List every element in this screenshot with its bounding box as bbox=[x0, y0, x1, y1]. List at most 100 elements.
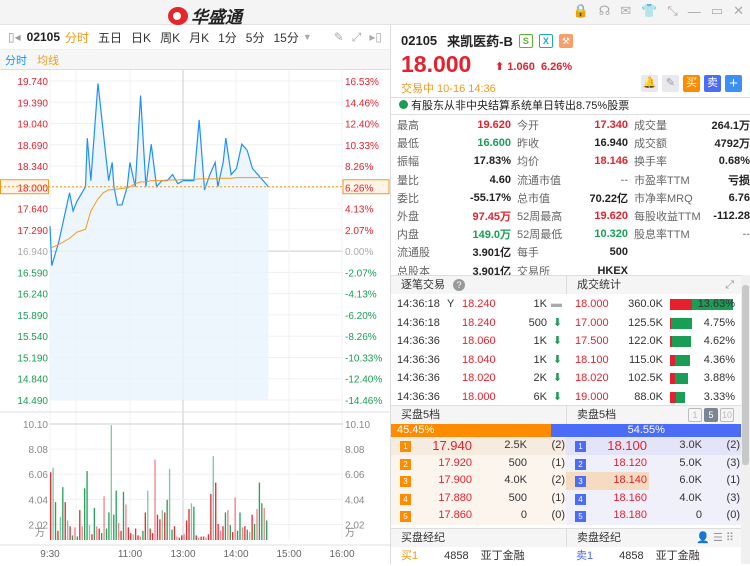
shortable-badge[interactable]: S bbox=[518, 33, 533, 48]
volstat-volume: 115.0K bbox=[628, 353, 663, 366]
collapse-right-icon[interactable]: ▸▯ bbox=[369, 30, 382, 45]
tab-monthly[interactable]: 月K bbox=[189, 29, 209, 46]
note-button[interactable]: ✎ bbox=[662, 75, 679, 92]
volume-bar bbox=[181, 535, 183, 540]
time-tick-label: 13:00 bbox=[170, 549, 195, 560]
ask-broker-row[interactable]: 卖1 4858 亚丁金融 bbox=[576, 547, 736, 566]
chevron-down-icon[interactable]: ▼ bbox=[303, 32, 312, 42]
ipo-badge[interactable]: ⚒ bbox=[558, 33, 573, 48]
stats-row: 内盘 149.0万 52周最低 10.320 股息率TTM -- bbox=[391, 225, 750, 243]
bid-level-row[interactable]: 5 17.860 0 (0) bbox=[391, 507, 567, 525]
stat-label: 换手率 bbox=[634, 156, 667, 169]
shirt-icon[interactable]: 👕 bbox=[641, 3, 657, 19]
mail-icon[interactable]: ✉ bbox=[620, 3, 631, 19]
minimize-icon[interactable]: — bbox=[688, 4, 701, 19]
volume-bar bbox=[205, 537, 207, 540]
pct-tick-label: 16.53% bbox=[345, 77, 379, 88]
bid-broker-row[interactable]: 买1 4858 亚丁金融 bbox=[401, 547, 561, 566]
tick-time: 14:36:36 bbox=[397, 372, 440, 385]
ask-level-row[interactable]: 1 18.100 3.0K (2) bbox=[566, 437, 742, 455]
tab-daily[interactable]: 日K bbox=[131, 29, 151, 46]
tick-row: 14:36:18 Y 18.240 1K ▬ bbox=[397, 295, 562, 314]
close-icon[interactable]: ✕ bbox=[733, 3, 744, 19]
expand-icon[interactable]: ⤢ bbox=[725, 276, 734, 295]
broker-view-icons[interactable]: 👤 ☰ ⠿ bbox=[696, 529, 734, 548]
volstat-volume: 125.5K bbox=[628, 316, 663, 329]
level-number: 4 bbox=[400, 493, 411, 505]
volume-bar bbox=[266, 520, 268, 540]
scrollbar-thumb[interactable] bbox=[742, 285, 749, 465]
level-qty: 4.0K bbox=[504, 474, 527, 487]
down-arrow-icon: ⬇ bbox=[552, 335, 562, 348]
stat-label: 成交额 bbox=[634, 138, 667, 151]
notice-banner[interactable]: 有股东从非中央结算系统单日转出8.75%股票 bbox=[391, 97, 750, 115]
connect-badge[interactable]: X bbox=[538, 33, 553, 48]
bid-level-row[interactable]: 1 17.940 2.5K (2) bbox=[391, 437, 567, 455]
down-arrow-icon: ⬇ bbox=[552, 316, 562, 329]
help-icon[interactable]: ? bbox=[453, 279, 466, 291]
tab-5day[interactable]: 五日 bbox=[98, 29, 122, 46]
volume-bar bbox=[134, 528, 137, 540]
volume-bar bbox=[219, 530, 222, 540]
shrink-icon[interactable]: ⤡ bbox=[667, 3, 677, 19]
volstat-bar-buy bbox=[670, 299, 693, 310]
level-number: 4 bbox=[575, 493, 586, 505]
intraday-chart[interactable]: 19.740 16.53% 19.390 14.46% 19.040 12.40% 18.6… bbox=[0, 70, 390, 564]
stat-value: 17.83% bbox=[473, 155, 511, 168]
buy-button[interactable]: 买 bbox=[683, 75, 700, 92]
tick-time: 14:36:18 bbox=[397, 316, 440, 329]
bid-level-row[interactable]: 4 17.880 500 (1) bbox=[391, 489, 567, 508]
ticks-header: 逐笔交易 ? bbox=[391, 275, 566, 294]
volume-bar bbox=[229, 525, 231, 540]
depth-10-button[interactable]: 10 bbox=[720, 408, 734, 422]
ask-level-row[interactable]: 3 18.140 6.0K (1) bbox=[566, 472, 742, 490]
price-tick-label: 14.490 bbox=[17, 396, 48, 407]
ask-level-row[interactable]: 2 18.120 5.0K (3) bbox=[566, 454, 742, 473]
alert-bell-button[interactable]: 🔔 bbox=[641, 75, 658, 92]
collapse-left-icon[interactable]: ▯◂ bbox=[8, 30, 21, 44]
stat-label: 52周最高 bbox=[517, 211, 563, 224]
ask-level-row[interactable]: 5 18.180 0 (0) bbox=[566, 507, 742, 525]
flat-icon: ▬ bbox=[551, 298, 562, 310]
volume-bar bbox=[103, 496, 105, 540]
scrollbar[interactable] bbox=[741, 275, 750, 564]
volume-bar bbox=[64, 502, 66, 540]
legend-avg-line: 均线 bbox=[37, 54, 59, 67]
notice-text[interactable]: 有股东从非中央结算系统单日转出8.75%股票 bbox=[411, 100, 629, 112]
tab-15min[interactable]: 15分 bbox=[273, 29, 298, 46]
price-tick-label: 17.640 bbox=[17, 205, 48, 216]
bid-ask-ratio-bar: 45.45% 54.55% bbox=[391, 424, 750, 437]
depth-1-button[interactable]: 1 bbox=[688, 408, 702, 422]
volume-bar bbox=[156, 514, 159, 540]
pct-tick-label: 0.00% bbox=[345, 247, 373, 258]
up-arrow-icon: ⬆ bbox=[495, 61, 505, 73]
bid-level-row[interactable]: 2 17.920 500 (1) bbox=[391, 454, 567, 473]
fullscreen-icon[interactable]: ⤢ bbox=[352, 30, 362, 45]
volume-bar bbox=[54, 502, 57, 540]
volume-bar bbox=[261, 503, 263, 540]
pct-tick-label: 12.40% bbox=[345, 120, 379, 131]
stat-label: 总市值 bbox=[517, 192, 550, 205]
add-watchlist-button[interactable]: + bbox=[725, 75, 742, 92]
volume-bar bbox=[173, 526, 176, 540]
level-count: (0) bbox=[551, 509, 565, 522]
lock-icon[interactable]: 🔒 bbox=[573, 3, 589, 19]
volstat-pct: 3.33% bbox=[703, 391, 735, 403]
level-count: (3) bbox=[726, 491, 740, 504]
bid-level-row[interactable]: 3 17.900 4.0K (2) bbox=[391, 472, 567, 490]
level-count: (2) bbox=[551, 439, 565, 451]
price-tick-label: 15.890 bbox=[17, 311, 48, 322]
maximize-icon[interactable]: ▭ bbox=[711, 3, 723, 19]
ask-level-row[interactable]: 4 18.160 4.0K (3) bbox=[566, 489, 742, 508]
tab-5min[interactable]: 5分 bbox=[246, 29, 265, 46]
headset-icon[interactable]: ☊ bbox=[599, 3, 611, 19]
vol-tick-label: 4.04 bbox=[29, 495, 49, 506]
tab-1min[interactable]: 1分 bbox=[218, 29, 237, 46]
sell-button[interactable]: 卖 bbox=[704, 75, 721, 92]
depth-5-button[interactable]: 5 bbox=[704, 408, 718, 422]
tab-weekly[interactable]: 周K bbox=[160, 29, 180, 46]
tab-intraday[interactable]: 分时 bbox=[65, 29, 89, 46]
pencil-icon[interactable]: ✎ bbox=[334, 30, 344, 45]
stats-row: 委比 -55.17% 总市值 70.22亿 市净率MRQ 6.76 bbox=[391, 189, 750, 207]
price-tick-label: 15.190 bbox=[17, 353, 48, 364]
